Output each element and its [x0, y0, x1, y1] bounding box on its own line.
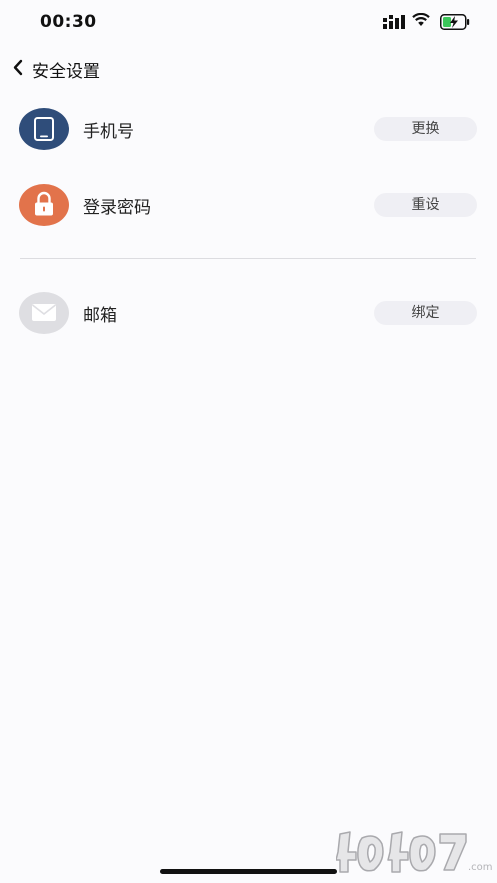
mail-icon: [19, 292, 69, 334]
lock-icon: [19, 184, 69, 226]
bind-email-button[interactable]: 绑定: [374, 301, 477, 325]
email-row[interactable]: 邮箱 绑定: [0, 283, 497, 343]
wifi-icon: [412, 13, 430, 26]
page-title: 安全设置: [32, 62, 100, 82]
phone-label: 手机号: [83, 122, 134, 142]
watermark-logo: .com: [336, 831, 493, 873]
nav-bar: 安全设置: [0, 50, 497, 86]
password-row[interactable]: 登录密码 重设: [0, 175, 497, 235]
battery-charging-icon: [440, 14, 470, 30]
password-label: 登录密码: [83, 198, 151, 218]
email-label: 邮箱: [83, 306, 117, 326]
chevron-left-icon: [13, 59, 23, 76]
reset-password-button[interactable]: 重设: [374, 193, 477, 217]
home-indicator[interactable]: [160, 869, 337, 874]
change-phone-button[interactable]: 更换: [374, 117, 477, 141]
status-bar: 00:30: [0, 0, 497, 44]
status-time: 00:30: [40, 12, 97, 32]
svg-text:.com: .com: [468, 862, 493, 873]
phone-row[interactable]: 手机号 更换: [0, 99, 497, 159]
back-button[interactable]: [6, 54, 34, 82]
divider: [20, 258, 476, 259]
signal-icon: [383, 15, 405, 29]
phone-icon: [19, 108, 69, 150]
